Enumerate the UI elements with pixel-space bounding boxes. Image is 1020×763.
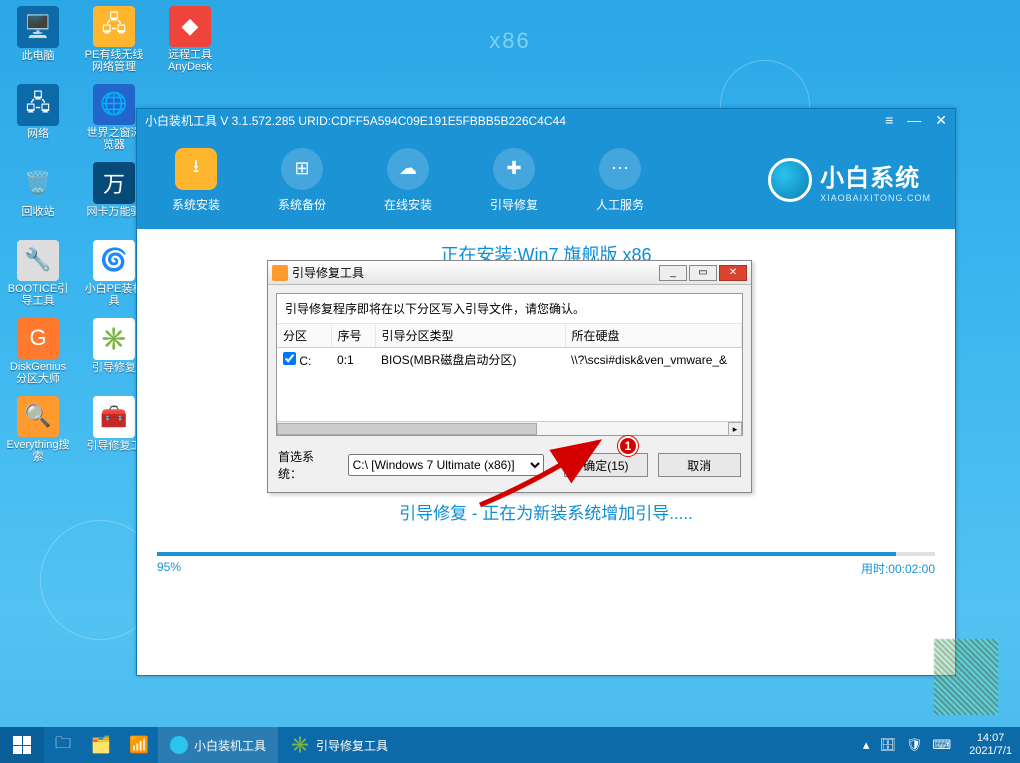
col-disk: 所在硬盘 — [565, 324, 742, 348]
annotation-badge: 1 — [618, 436, 638, 456]
dialog-title-text: 引导修复工具 — [292, 264, 659, 281]
progress-bar — [157, 552, 935, 556]
windows-logo-icon — [13, 736, 31, 754]
desktop-icon-pc[interactable]: 🖥️此电脑 — [6, 6, 70, 74]
dialog-maximize-button[interactable]: ▭ — [689, 265, 717, 281]
status-text: 引导修复 - 正在为新装系统增加引导..... — [399, 499, 693, 524]
taskbar-explorer-icon[interactable]: 🗀 — [44, 727, 82, 763]
installer-taskbar-icon — [170, 736, 188, 754]
tray-shield-icon[interactable]: 🛡 — [906, 737, 923, 753]
horizontal-scrollbar[interactable]: ▸ — [277, 421, 742, 435]
row-checkbox[interactable] — [283, 352, 296, 365]
brand-block: 小白系统 XIAOBAIXITONG.COM — [768, 158, 931, 203]
progress-elapsed: 用时:00:02:00 — [861, 560, 935, 577]
installer-titlebar[interactable]: 小白装机工具 V 3.1.572.285 URID:CDFF5A594C09E1… — [137, 109, 955, 131]
desktop-icon-diskgenius[interactable]: GDiskGenius分区大师 — [6, 318, 70, 386]
table-row[interactable]: C: 0:1 BIOS(MBR磁盘启动分区) \\?\scsi#disk&ven… — [277, 348, 742, 372]
installer-toolbar: ⭳系统安装 ⊞系统备份 ☁在线安装 ✚引导修复 ⋯人工服务 小白系统 XIAOB… — [137, 131, 955, 229]
cloud-download-icon: ☁ — [387, 148, 429, 190]
desktop-icon-bootice[interactable]: 🔧BOOTICE引导工具 — [6, 240, 70, 308]
toolbar-manual-service[interactable]: ⋯人工服务 — [585, 148, 655, 213]
pixel-noise — [934, 639, 998, 715]
windows-icon: ⊞ — [281, 148, 323, 190]
col-type: 引导分区类型 — [375, 324, 565, 348]
toolbar-sys-backup[interactable]: ⊞系统备份 — [267, 148, 337, 213]
chat-icon: ⋯ — [599, 148, 641, 190]
tray-db-icon[interactable]: 🗄 — [879, 737, 896, 753]
pref-system-label: 首选系统： — [278, 448, 338, 482]
taskbar-clock[interactable]: 14:07 2021/7/1 — [961, 732, 1020, 758]
brand-name: 小白系统 — [820, 158, 931, 193]
dialog-minimize-button[interactable]: _ — [659, 265, 687, 281]
start-button[interactable] — [0, 727, 44, 763]
installer-title-text: 小白装机工具 V 3.1.572.285 URID:CDFF5A594C09E1… — [145, 112, 885, 129]
taskbar-wifi-icon[interactable]: 📶 — [120, 727, 158, 763]
toolbar-sys-install[interactable]: ⭳系统安装 — [161, 148, 231, 213]
menu-icon[interactable]: ≡ — [885, 112, 893, 129]
progress-percent: 95% — [157, 560, 181, 577]
tray-keyboard-icon[interactable]: ⌨ — [932, 737, 951, 753]
brand-logo-icon — [768, 158, 812, 202]
desktop-icon-anydesk[interactable]: ◆远程工具AnyDesk — [158, 6, 222, 74]
boot-repair-dialog: 引导修复工具 _ ▭ ✕ 引导修复程序即将在以下分区写入引导文件，请您确认。 分… — [267, 260, 752, 493]
system-tray[interactable]: ▴ 🗄 🛡 ⌨ — [853, 737, 961, 753]
download-icon: ⭳ — [175, 148, 217, 190]
desktop-icon-network[interactable]: 🖧网络 — [6, 84, 70, 152]
dialog-titlebar[interactable]: 引导修复工具 _ ▭ ✕ — [268, 261, 751, 285]
desktop-icon-everything[interactable]: 🔍Everything搜索 — [6, 396, 70, 464]
dialog-close-button[interactable]: ✕ — [719, 265, 747, 281]
close-icon[interactable]: ✕ — [935, 112, 947, 129]
dialog-message: 引导修复程序即将在以下分区写入引导文件，请您确认。 — [277, 294, 742, 324]
partition-table: 分区 序号 引导分区类型 所在硬盘 C: 0:1 BIOS(MBR磁盘启动分区)… — [277, 324, 742, 421]
firstaid-icon: ✚ — [493, 148, 535, 190]
minimize-icon[interactable]: — — [907, 112, 921, 129]
dialog-app-icon — [272, 265, 288, 281]
toolbar-boot-repair[interactable]: ✚引导修复 — [479, 148, 549, 213]
taskbar-item-installer[interactable]: 小白装机工具 — [158, 727, 278, 763]
ok-button[interactable]: 确定(15) — [564, 453, 647, 477]
pref-system-select[interactable]: C:\ [Windows 7 Ultimate (x86)] — [348, 454, 545, 476]
brand-url: XIAOBAIXITONG.COM — [820, 193, 931, 203]
col-partition: 分区 — [277, 324, 331, 348]
tray-chevron-icon[interactable]: ▴ — [863, 737, 870, 753]
taskbar-item-boot-repair[interactable]: ✳️ 引导修复工具 — [278, 727, 400, 763]
toolbar-online-install[interactable]: ☁在线安装 — [373, 148, 443, 213]
boot-repair-taskbar-icon: ✳️ — [290, 735, 310, 755]
col-index: 序号 — [331, 324, 375, 348]
taskbar-explorer2-icon[interactable]: 🗂️ — [82, 727, 120, 763]
desktop-icon-recycle[interactable]: 🗑️回收站 — [6, 162, 70, 230]
cancel-button[interactable]: 取消 — [658, 453, 741, 477]
progress-block: 95% 用时:00:02:00 — [157, 552, 935, 577]
desktop-icon-pe-net[interactable]: 🖧PE有线无线网络管理 — [82, 6, 146, 74]
taskbar: 🗀 🗂️ 📶 小白装机工具 ✳️ 引导修复工具 ▴ 🗄 🛡 ⌨ 14:07 20… — [0, 727, 1020, 763]
